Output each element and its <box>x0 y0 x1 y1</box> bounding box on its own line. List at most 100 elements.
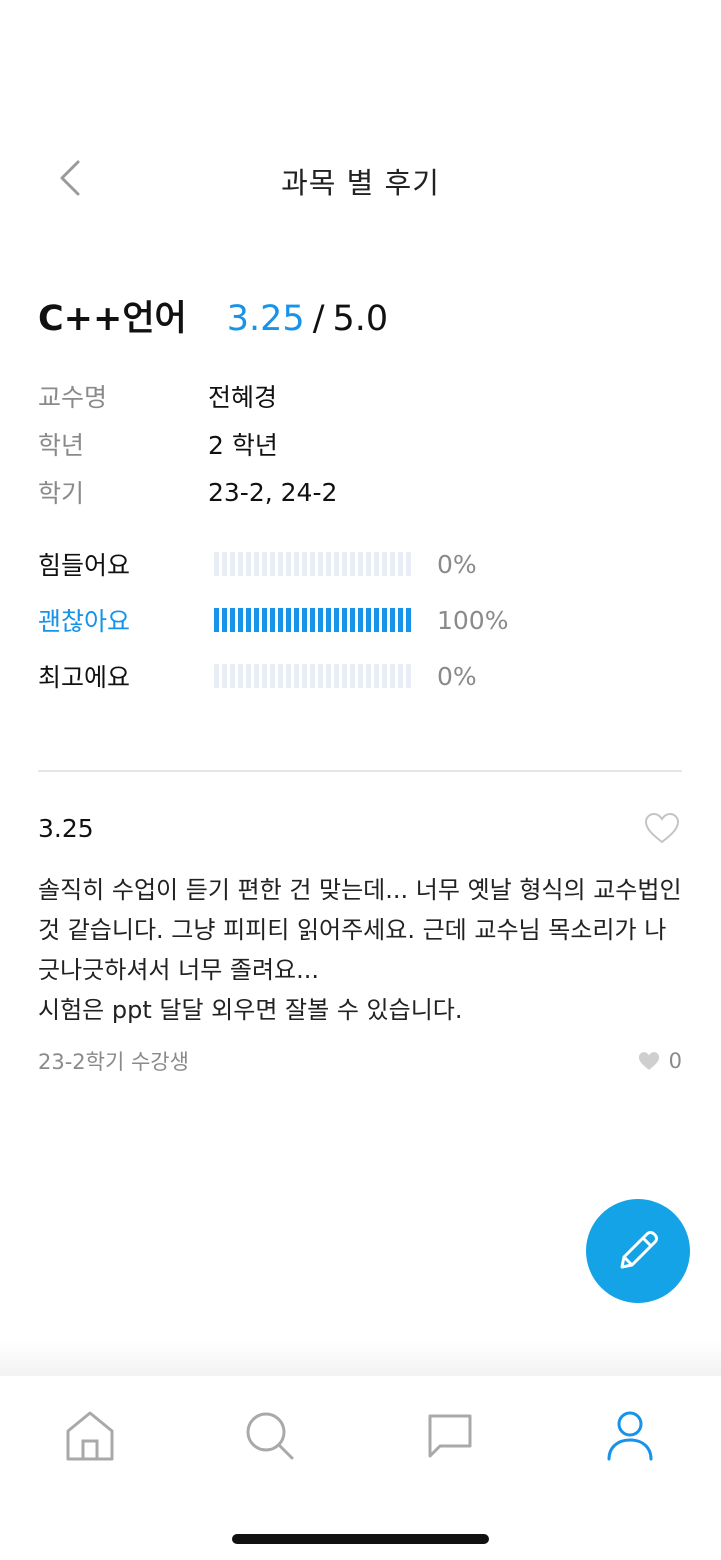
rating-bar-segment <box>310 664 315 688</box>
rating-bar-segment <box>342 552 347 576</box>
rating-bar-segment <box>222 664 227 688</box>
rating-bar <box>214 664 411 688</box>
rating-bar-segment <box>262 552 267 576</box>
rating-bar-track <box>214 552 411 576</box>
info-row-professor: 교수명 전혜경 <box>38 372 337 420</box>
nav-search[interactable] <box>240 1406 300 1466</box>
rating-bar-segment <box>214 608 219 632</box>
rating-bar-segment <box>366 552 371 576</box>
rating-bar-segment <box>318 608 323 632</box>
rating-bar-segment <box>342 664 347 688</box>
rating-bar-segment <box>238 608 243 632</box>
like-count-value: 0 <box>668 1049 682 1073</box>
search-icon <box>246 1412 294 1460</box>
rating-bar-segment <box>358 608 363 632</box>
pencil-icon <box>620 1231 658 1269</box>
rating-percent: 0% <box>437 549 477 579</box>
rating-bar-segment <box>334 552 339 576</box>
rating-bar-segment <box>350 552 355 576</box>
rating-percent: 0% <box>437 661 477 691</box>
nav-profile[interactable] <box>600 1406 660 1466</box>
page-title: 과목 별 후기 <box>281 166 440 200</box>
rating-row-hard: 힘들어요 0% <box>38 536 508 592</box>
rating-bar-segment <box>262 664 267 688</box>
rating-row-best: 최고에요 0% <box>38 648 508 704</box>
rating-bar-segment <box>390 664 395 688</box>
rating-distribution: 힘들어요 0% 괜찮아요 100% 최고에요 0% <box>38 536 508 704</box>
review-footer: 23-2학기 수강생 0 <box>38 1046 682 1076</box>
rating-bar-segment <box>310 608 315 632</box>
rating-bar-segment <box>286 664 291 688</box>
rating-bar-track <box>214 664 411 688</box>
rating-bar-segment <box>254 552 259 576</box>
review-header: 3.25 <box>38 806 682 850</box>
rating-bar-segment <box>318 552 323 576</box>
rating-bar-segment <box>222 552 227 576</box>
rating-bar-segment <box>382 608 387 632</box>
course-score: 3.25 <box>226 299 305 339</box>
rating-bar-segment <box>358 552 363 576</box>
rating-bar-segment <box>230 664 235 688</box>
info-value: 전혜경 <box>208 383 278 412</box>
rating-bar-segment <box>286 608 291 632</box>
rating-bar-segment <box>270 664 275 688</box>
rating-bar-segment <box>366 664 371 688</box>
rating-bar-segment <box>294 664 299 688</box>
rating-bar-segment <box>390 608 395 632</box>
rating-bar-segment <box>374 664 379 688</box>
review-author-meta: 23-2학기 수강생 <box>38 1050 189 1074</box>
profile-icon <box>607 1411 653 1461</box>
top-bar: 과목 별 후기 <box>0 140 721 220</box>
rating-bar-segment <box>286 552 291 576</box>
rating-bar-segment <box>398 664 403 688</box>
rating-bar-segment <box>294 608 299 632</box>
rating-bar-segment <box>246 552 251 576</box>
write-review-button[interactable] <box>586 1199 690 1303</box>
rating-bar-segment <box>374 608 379 632</box>
rating-label: 최고에요 <box>38 663 131 692</box>
rating-bar-segment <box>350 608 355 632</box>
heart-filled-icon <box>638 1052 659 1070</box>
rating-bar-segment <box>246 608 251 632</box>
rating-bar-segment <box>214 552 219 576</box>
rating-bar-segment <box>382 552 387 576</box>
rating-bar-segment <box>406 664 411 688</box>
rating-bar-segment <box>406 608 411 632</box>
rating-bar-segment <box>246 664 251 688</box>
rating-bar <box>214 552 411 576</box>
home-indicator <box>232 1534 489 1544</box>
rating-bar-segment <box>382 664 387 688</box>
nav-shadow <box>0 1340 721 1376</box>
rating-bar-segment <box>270 552 275 576</box>
rating-bar-segment <box>366 608 371 632</box>
heart-outline-icon <box>644 812 680 844</box>
nav-home[interactable] <box>60 1406 120 1466</box>
nav-chat[interactable] <box>420 1406 480 1466</box>
score-separator: / <box>312 299 325 339</box>
course-summary: C++언어 3.25 / 5.0 <box>38 290 388 341</box>
rating-bar-segment <box>310 552 315 576</box>
info-row-grade: 학년 2 학년 <box>38 420 337 468</box>
rating-bar-segment <box>278 552 283 576</box>
rating-bar-segment <box>278 664 283 688</box>
info-value: 23-2, 24-2 <box>208 477 338 507</box>
rating-bar-segment <box>398 552 403 576</box>
rating-bar-segment <box>326 552 331 576</box>
rating-bar-segment <box>254 664 259 688</box>
rating-bar-segment <box>238 552 243 576</box>
rating-bar-segment <box>294 552 299 576</box>
rating-bar-segment <box>398 608 403 632</box>
rating-bar-segment <box>342 608 347 632</box>
info-label: 교수명 <box>38 383 108 412</box>
rating-bar-segment <box>302 608 307 632</box>
rating-bar-segment <box>334 664 339 688</box>
rating-bar-segment <box>334 608 339 632</box>
course-info: 교수명 전혜경 학년 2 학년 학기 23-2, 24-2 <box>38 372 337 516</box>
like-button[interactable] <box>642 808 682 848</box>
review-card: 3.25 솔직히 수업이 듣기 편한 건 맞는데... 너무 옛날 형식의 교수… <box>38 806 682 1076</box>
chat-icon <box>428 1414 472 1458</box>
rating-bar-segment <box>326 664 331 688</box>
rating-bar-segment <box>302 664 307 688</box>
rating-bar-segment <box>262 608 267 632</box>
rating-bar-segment <box>326 608 331 632</box>
